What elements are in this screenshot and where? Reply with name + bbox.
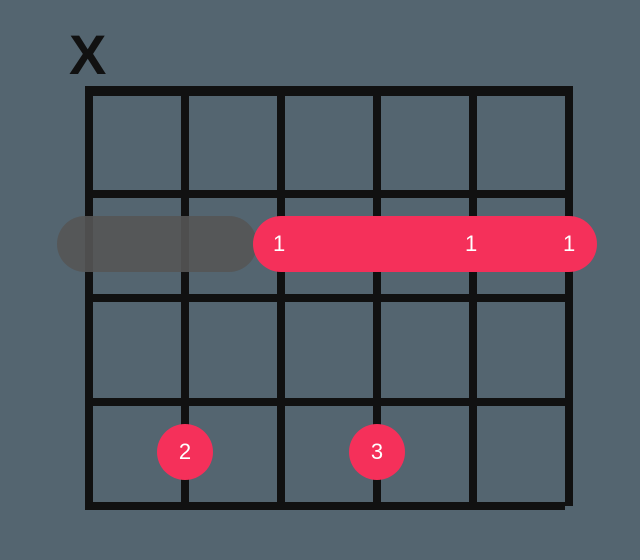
- mute-marker-string-6: X: [69, 22, 106, 87]
- fret-wire-2: [85, 294, 565, 302]
- barre-fret-2: 1 1 1: [253, 216, 597, 272]
- dot-label-2: 2: [179, 439, 191, 465]
- dot-string3-fret4: 3: [349, 424, 405, 480]
- barre-shadow: [57, 216, 257, 272]
- dot-label-3: 3: [371, 439, 383, 465]
- barre-label-1: 1: [273, 231, 285, 257]
- nut: [85, 86, 565, 96]
- barre-label-3: 1: [563, 231, 575, 257]
- fret-wire-1: [85, 190, 565, 198]
- string-2: [469, 86, 477, 506]
- string-6: [85, 86, 93, 506]
- string-4: [277, 86, 285, 506]
- dot-string5-fret4: 2: [157, 424, 213, 480]
- fret-wire-3: [85, 398, 565, 406]
- barre-label-2: 1: [465, 231, 477, 257]
- string-1: [565, 86, 573, 506]
- fret-wire-4: [85, 502, 565, 510]
